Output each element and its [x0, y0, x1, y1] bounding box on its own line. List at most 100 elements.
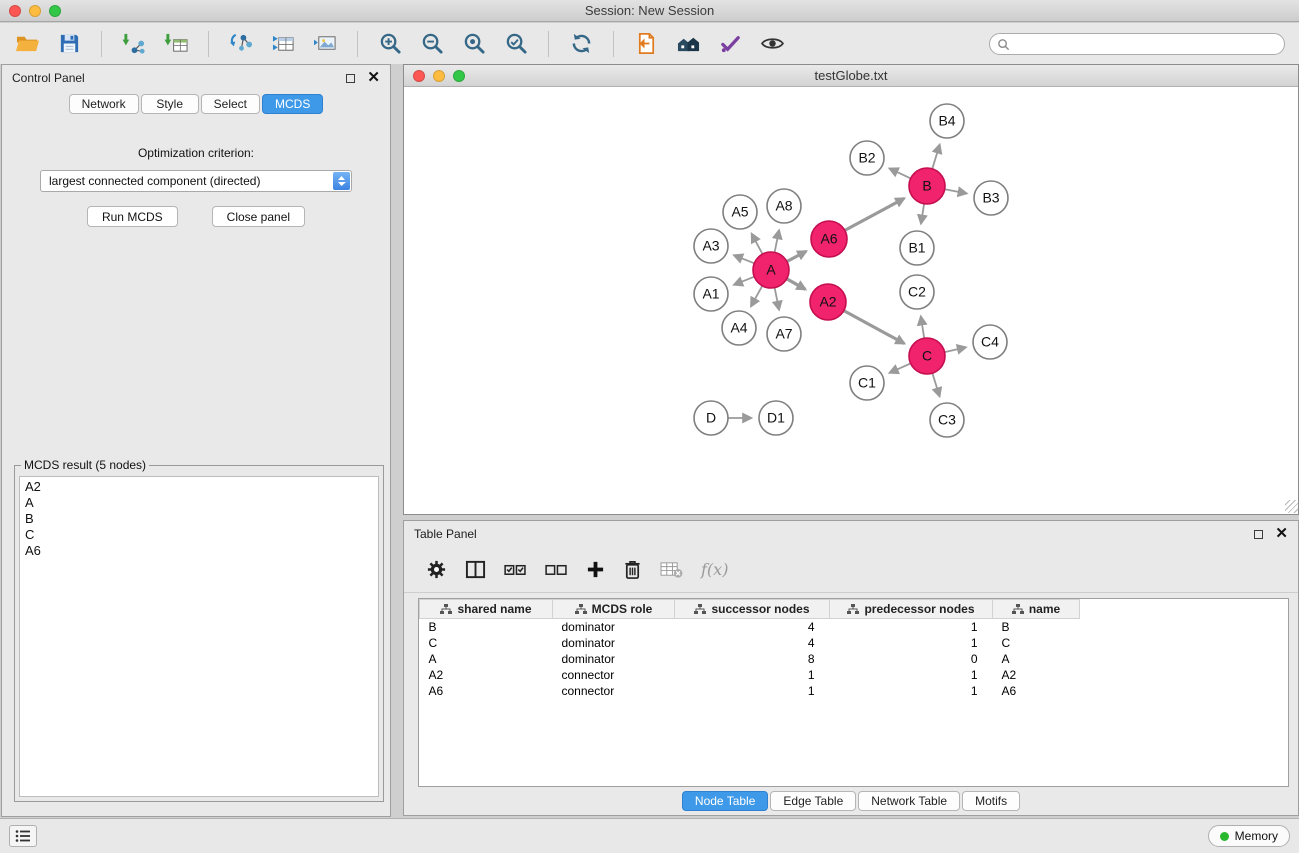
mcds-result-item[interactable]: C — [25, 527, 373, 543]
column-header-name[interactable]: name — [993, 600, 1080, 619]
function-builder-icon[interactable]: f(x) — [701, 560, 728, 579]
mcds-result-item[interactable]: A6 — [25, 543, 373, 559]
zoom-selected-icon[interactable] — [499, 29, 533, 59]
select-all-icon[interactable] — [504, 561, 527, 578]
graph-node-A1[interactable]: A1 — [694, 277, 728, 311]
graph-node-C4[interactable]: C4 — [973, 325, 1007, 359]
table-cell[interactable]: 8 — [675, 651, 830, 667]
column-header-shared-name[interactable]: shared name — [420, 600, 553, 619]
refresh-icon[interactable] — [564, 29, 598, 59]
graph-edge-A-A7[interactable] — [775, 288, 779, 310]
mcds-result-item[interactable]: A — [25, 495, 373, 511]
network-graph[interactable]: B4B2BB3A5A8A6A3B1AC2A1A2A4A7C4CC1C3DD1 — [404, 87, 1298, 513]
column-header-predecessor-nodes[interactable]: predecessor nodes — [830, 600, 993, 619]
export-network-icon[interactable] — [224, 29, 258, 59]
graph-node-A5[interactable]: A5 — [723, 195, 757, 229]
graph-edge-A-A6[interactable] — [787, 251, 806, 261]
tab-network[interactable]: Network — [69, 94, 139, 114]
graph-edge-C-C2[interactable] — [921, 317, 924, 339]
graph-node-B3[interactable]: B3 — [974, 181, 1008, 215]
table-row[interactable]: Cdominator41C — [420, 635, 1289, 651]
graph-node-B1[interactable]: B1 — [900, 231, 934, 265]
graph-node-A8[interactable]: A8 — [767, 189, 801, 223]
table-cell[interactable]: 1 — [830, 683, 993, 699]
table-cell[interactable]: 1 — [830, 619, 993, 635]
import-network-icon[interactable] — [117, 29, 151, 59]
graph-node-A[interactable]: A — [753, 252, 789, 288]
column-header-MCDS-role[interactable]: MCDS role — [553, 600, 675, 619]
minimize-window-button[interactable] — [29, 5, 41, 17]
table-cell[interactable]: 1 — [830, 635, 993, 651]
graph-edge-A-A1[interactable] — [734, 277, 754, 285]
network-close-button[interactable] — [413, 70, 425, 82]
validate-icon[interactable] — [713, 29, 747, 59]
export-image-icon[interactable] — [308, 29, 342, 59]
graph-edge-B-B2[interactable] — [890, 169, 911, 179]
graph-node-A7[interactable]: A7 — [767, 317, 801, 351]
graph-edge-A2-C[interactable] — [844, 311, 904, 344]
delete-table-icon[interactable] — [660, 560, 683, 579]
table-cell[interactable]: dominator — [553, 635, 675, 651]
graph-edge-A-A4[interactable] — [751, 286, 762, 306]
delete-row-icon[interactable] — [623, 559, 642, 580]
graph-edge-B-B4[interactable] — [932, 145, 939, 169]
graph-edge-A-A2[interactable] — [787, 279, 806, 290]
table-row[interactable]: A6connector11A6 — [420, 683, 1289, 699]
graph-edge-C-C3[interactable] — [932, 373, 939, 396]
float-panel-icon[interactable] — [346, 74, 355, 83]
table-cell[interactable]: A2 — [420, 667, 553, 683]
graph-node-A2[interactable]: A2 — [810, 284, 846, 320]
tab-style[interactable]: Style — [141, 94, 199, 114]
table-cell[interactable]: 0 — [830, 651, 993, 667]
graph-node-C2[interactable]: C2 — [900, 275, 934, 309]
close-panel-icon[interactable]: ✕ — [367, 72, 380, 84]
graph-node-D1[interactable]: D1 — [759, 401, 793, 435]
table-row[interactable]: A2connector11A2 — [420, 667, 1289, 683]
network-minimize-button[interactable] — [433, 70, 445, 82]
graph-node-D[interactable]: D — [694, 401, 728, 435]
zoom-in-icon[interactable] — [373, 29, 407, 59]
graph-edge-A-A3[interactable] — [734, 255, 754, 263]
table-cell[interactable]: B — [420, 619, 553, 635]
tab-network-table[interactable]: Network Table — [858, 791, 960, 811]
table-cell[interactable]: connector — [553, 667, 675, 683]
table-cell[interactable]: C — [993, 635, 1080, 651]
close-window-button[interactable] — [9, 5, 21, 17]
table-row[interactable]: Adominator80A — [420, 651, 1289, 667]
table-cell[interactable]: C — [420, 635, 553, 651]
float-table-panel-icon[interactable] — [1254, 530, 1263, 539]
run-mcds-button[interactable]: Run MCDS — [87, 206, 178, 227]
table-cell[interactable]: A6 — [993, 683, 1080, 699]
table-cell[interactable]: connector — [553, 683, 675, 699]
graph-edge-A6-B[interactable] — [845, 198, 904, 230]
import-table-icon[interactable] — [159, 29, 193, 59]
zoom-fit-icon[interactable] — [457, 29, 491, 59]
table-cell[interactable]: B — [993, 619, 1080, 635]
close-table-panel-icon[interactable]: ✕ — [1275, 528, 1288, 540]
clipboard-icon[interactable] — [629, 29, 663, 59]
graph-node-B4[interactable]: B4 — [930, 104, 964, 138]
table-cell[interactable]: 4 — [675, 635, 830, 651]
memory-button[interactable]: Memory — [1208, 825, 1290, 847]
graph-node-A6[interactable]: A6 — [811, 221, 847, 257]
settings-gear-icon[interactable] — [426, 559, 447, 580]
table-cell[interactable]: 1 — [830, 667, 993, 683]
save-icon[interactable] — [52, 29, 86, 59]
tab-select[interactable]: Select — [201, 94, 260, 114]
graph-edge-B-B3[interactable] — [945, 189, 967, 193]
export-table-icon[interactable] — [266, 29, 300, 59]
graph-edge-C-C1[interactable] — [890, 363, 911, 372]
table-cell[interactable]: A — [993, 651, 1080, 667]
tab-motifs[interactable]: Motifs — [962, 791, 1020, 811]
resize-grip[interactable] — [1285, 500, 1298, 513]
table-cell[interactable]: 1 — [675, 667, 830, 683]
graph-edge-B-B1[interactable] — [921, 204, 924, 224]
graph-node-B[interactable]: B — [909, 168, 945, 204]
close-panel-button[interactable]: Close panel — [212, 206, 305, 227]
graph-node-C[interactable]: C — [909, 338, 945, 374]
column-icon[interactable] — [465, 559, 486, 580]
column-header-successor-nodes[interactable]: successor nodes — [675, 600, 830, 619]
tab-edge-table[interactable]: Edge Table — [770, 791, 856, 811]
tab-mcds[interactable]: MCDS — [262, 94, 323, 114]
graph-node-C3[interactable]: C3 — [930, 403, 964, 437]
